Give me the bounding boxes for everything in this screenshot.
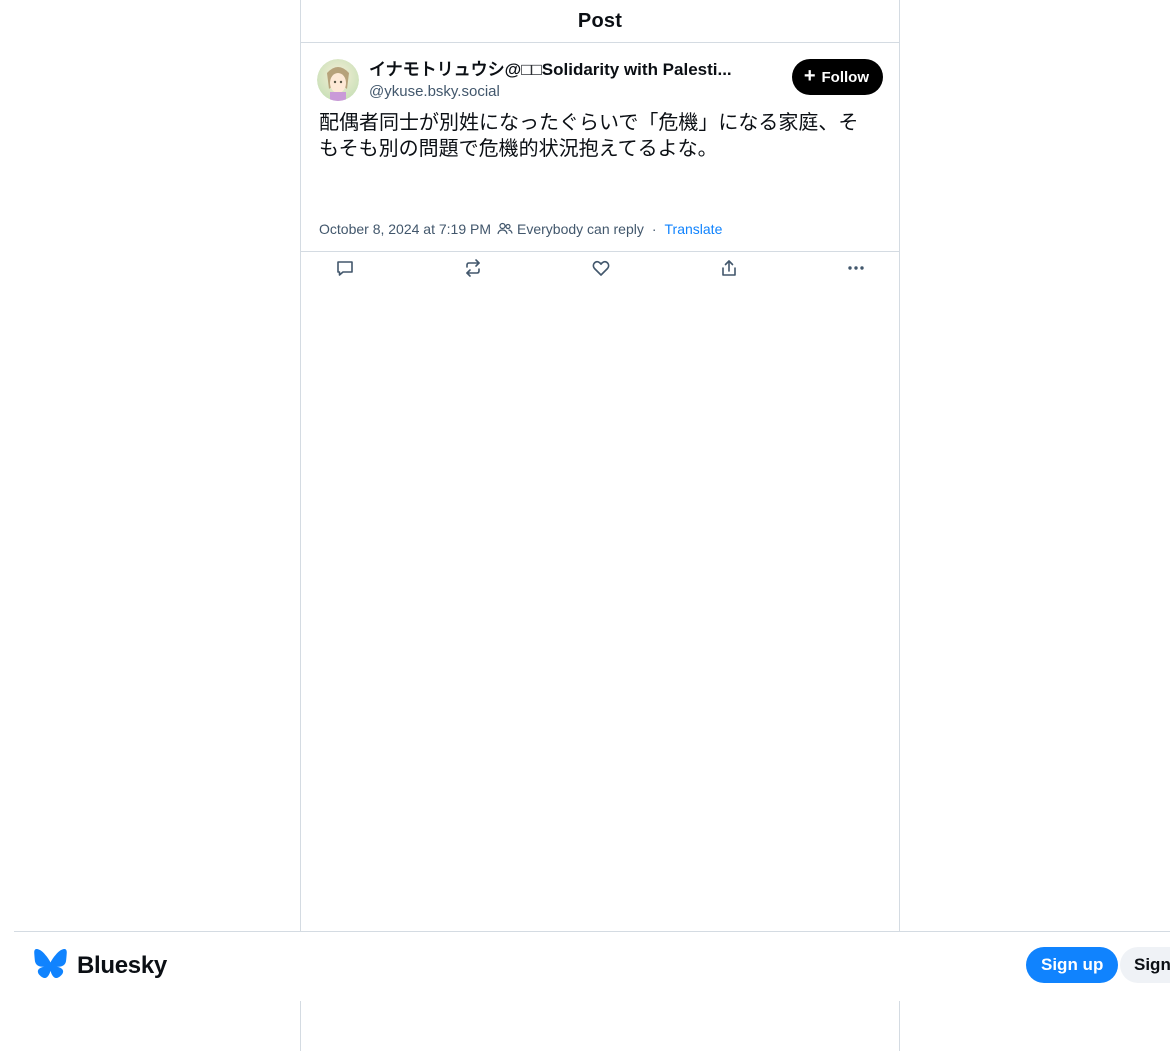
post-text-line: もそも別の問題で危機的状況抱えてるよな。 <box>319 136 718 160</box>
reply-icon[interactable] <box>330 253 360 283</box>
reply-setting: Everybody can reply <box>517 221 644 237</box>
author-handle[interactable]: @ykuse.bsky.social <box>369 81 769 103</box>
like-icon[interactable] <box>586 253 616 283</box>
sign-up-button[interactable]: Sign up <box>1026 947 1119 983</box>
bluesky-butterfly-icon <box>34 949 67 983</box>
follow-label: Follow <box>821 68 870 86</box>
bottom-bar: Bluesky Sign up Sign in <box>14 931 1170 1001</box>
plus-icon: + <box>803 65 816 87</box>
sign-in-button[interactable]: Sign in <box>1120 947 1170 983</box>
people-icon <box>497 222 513 236</box>
page-title: Post <box>577 9 623 32</box>
avatar[interactable] <box>317 59 359 101</box>
post-card: イナモトリュウシ@□□Solidarity with Palesti... @y… <box>301 43 899 277</box>
more-icon[interactable] <box>841 253 871 283</box>
translate-link[interactable]: Translate <box>665 221 723 237</box>
share-icon[interactable] <box>714 253 744 283</box>
post-meta: October 8, 2024 at 7:19 PM Everybody can… <box>319 221 722 237</box>
follow-button[interactable]: + Follow <box>791 59 883 95</box>
brand-logo[interactable]: Bluesky <box>34 949 167 983</box>
repost-icon[interactable] <box>458 253 488 283</box>
post-timestamp[interactable]: October 8, 2024 at 7:19 PM <box>319 221 491 237</box>
author-display-name[interactable]: イナモトリュウシ@□□Solidarity with Palesti... <box>369 59 769 81</box>
meta-separator: · <box>651 221 657 237</box>
main-column: Post イナモトリュウシ@□□Solidarity with Palesti.… <box>300 0 900 1051</box>
page-header: Post <box>301 0 899 43</box>
post-author: イナモトリュウシ@□□Solidarity with Palesti... @y… <box>369 59 769 103</box>
brand-name: Bluesky <box>77 952 167 979</box>
post-text: 配偶者同士が別姓になったぐらいで「危機」になる家庭、そ もそも別の問題で危機的状… <box>319 109 879 161</box>
post-text-line: 配偶者同士が別姓になったぐらいで「危機」になる家庭、そ <box>319 110 859 134</box>
post-actions <box>301 253 899 283</box>
